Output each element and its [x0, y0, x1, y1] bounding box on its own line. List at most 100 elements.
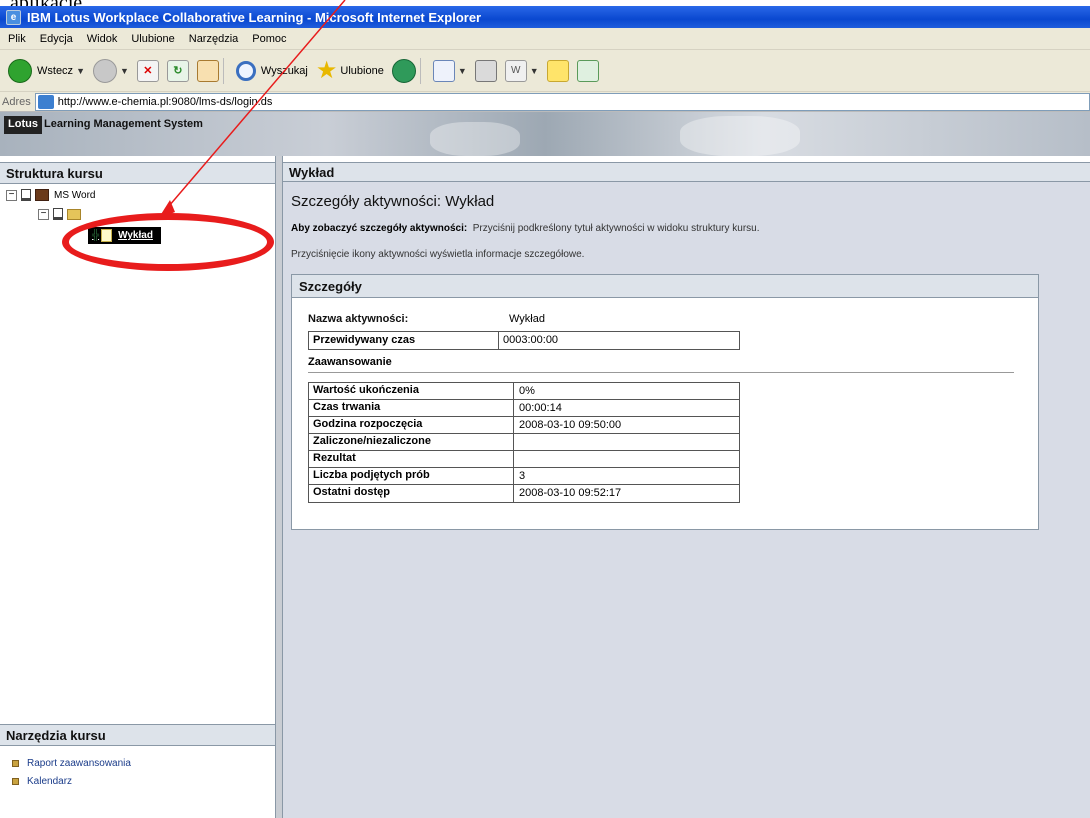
- structure-heading: Struktura kursu: [0, 162, 275, 184]
- hint-text: Przyciśnij podkreślony tytuł aktywności …: [472, 223, 760, 234]
- chevron-down-icon[interactable]: ▼: [458, 66, 467, 76]
- note-button[interactable]: [546, 59, 569, 82]
- search-icon: [235, 60, 256, 81]
- window-titlebar: e IBM Lotus Workplace Collaborative Lear…: [0, 6, 1090, 28]
- stop-button[interactable]: ✕: [136, 59, 159, 82]
- banner-decoration: [430, 122, 520, 156]
- row-value: 2008-03-10 09:50:00: [519, 419, 622, 431]
- menu-tools[interactable]: Narzędzia: [189, 33, 239, 45]
- home-button[interactable]: [196, 59, 219, 82]
- chevron-down-icon[interactable]: ▼: [120, 66, 129, 76]
- mail-icon: [432, 59, 455, 82]
- tool-item-progress-report[interactable]: Raport zaawansowania: [12, 754, 131, 772]
- search-button[interactable]: Wyszukaj: [235, 60, 308, 81]
- annotation-circle: [62, 213, 274, 271]
- chevron-down-icon[interactable]: ▼: [530, 66, 539, 76]
- edit-button[interactable]: W ▼: [504, 59, 539, 82]
- forward-button[interactable]: ▼: [92, 58, 129, 83]
- menu-edit[interactable]: Edycja: [40, 33, 73, 45]
- table-row: Liczba podjętych prób 3: [309, 468, 739, 485]
- bullet-icon: [12, 759, 19, 767]
- table-row: Wartość ukończenia 0%: [309, 383, 739, 400]
- word-icon: W: [504, 59, 527, 82]
- mail-button[interactable]: ▼: [432, 59, 467, 82]
- collapse-icon[interactable]: −: [6, 189, 17, 201]
- tools-heading: Narzędzia kursu: [0, 724, 275, 746]
- progress-heading: Zaawansowanie: [308, 356, 392, 368]
- hint-bold: Aby zobaczyć szczegóły aktywności:: [291, 223, 468, 234]
- back-button[interactable]: Wstecz ▼: [8, 58, 85, 83]
- tool-item-calendar[interactable]: Kalendarz: [12, 772, 131, 790]
- expected-time-value: 0003:00:00: [503, 334, 559, 346]
- main-panel: Wykład Szczegóły aktywności: Wykład Aby …: [283, 162, 1090, 818]
- bullet-icon: [12, 777, 19, 785]
- node-icon: [53, 208, 63, 220]
- activity-name-label: Nazwa aktywności:: [308, 313, 409, 325]
- app-title: Learning Management System: [44, 118, 203, 130]
- history-icon: [391, 58, 416, 83]
- toolbar-separator: [419, 57, 421, 84]
- address-input[interactable]: http://www.e-chemia.pl:9080/lms-ds/login…: [34, 92, 1090, 111]
- tree-node-module[interactable]: −: [38, 208, 86, 220]
- row-value: [514, 451, 739, 467]
- back-label: Wstecz: [37, 64, 74, 77]
- search-label: Wyszukaj: [260, 64, 308, 77]
- favorites-button[interactable]: ★ Ulubione: [316, 56, 384, 85]
- activity-name-value: Wykład: [509, 313, 545, 325]
- messenger-button[interactable]: [576, 59, 599, 82]
- app-banner: Lotus Learning Management System: [0, 112, 1090, 156]
- tool-label[interactable]: Raport zaawansowania: [27, 758, 131, 769]
- tool-label[interactable]: Kalendarz: [27, 776, 72, 787]
- menu-favorites[interactable]: Ulubione: [131, 33, 174, 45]
- tree-node-course[interactable]: − MS Word: [6, 189, 96, 201]
- progress-table: Wartość ukończenia 0% Czas trwania 00:00:1…: [308, 382, 740, 503]
- star-icon: ★: [315, 57, 338, 84]
- home-icon: [196, 59, 219, 82]
- refresh-button[interactable]: ↻: [166, 59, 189, 82]
- row-value: 3: [519, 470, 526, 482]
- row-label: Zaliczone/niezaliczone: [309, 434, 514, 450]
- book-icon: [35, 189, 49, 201]
- hint-line: Aby zobaczyć szczegóły aktywności: Przyc…: [291, 223, 760, 234]
- toolbar-separator: [222, 57, 224, 84]
- note-icon: [546, 59, 569, 82]
- row-value: 2008-03-10 09:52:17: [519, 487, 622, 499]
- chevron-down-icon[interactable]: ▼: [76, 66, 85, 76]
- row-label: Liczba podjętych prób: [309, 468, 514, 484]
- print-button[interactable]: [474, 59, 497, 82]
- row-label: Wartość ukończenia: [309, 383, 514, 399]
- row-value: 00:00:14: [519, 402, 562, 414]
- hint-line-2: Przyciśnięcie ikony aktywności wyświetla…: [291, 249, 585, 260]
- expected-time-row: Przewidywany czas 0003:00:00: [308, 331, 740, 350]
- address-label: Adres: [2, 95, 31, 108]
- folder-icon: [67, 208, 81, 220]
- row-value: 0%: [519, 385, 535, 397]
- table-row: Godzina rozpoczęcia 2008-03-10 09:50:00: [309, 417, 739, 434]
- expected-time-label: Przewidywany czas: [309, 332, 499, 349]
- panel-divider[interactable]: [275, 156, 283, 818]
- refresh-icon: ↻: [166, 59, 189, 82]
- toolbar: Wstecz ▼ ▼ ✕ ↻ Wyszukaj ★ Ulubione ▼ W ▼: [0, 50, 1090, 92]
- course-tools: Raport zaawansowania Kalendarz: [12, 754, 131, 790]
- ie-icon: e: [6, 9, 21, 25]
- collapse-icon[interactable]: −: [38, 208, 49, 220]
- banner-decoration: [680, 116, 800, 156]
- favorites-label: Ulubione: [340, 64, 384, 77]
- row-label: Ostatni dostęp: [309, 485, 514, 502]
- menu-help[interactable]: Pomoc: [252, 33, 286, 45]
- table-row: Rezultat: [309, 451, 739, 468]
- table-row: Ostatni dostęp 2008-03-10 09:52:17: [309, 485, 739, 502]
- course-label[interactable]: MS Word: [54, 190, 96, 201]
- row-value: [514, 434, 739, 450]
- menu-view[interactable]: Widok: [87, 33, 118, 45]
- table-row: Czas trwania 00:00:14: [309, 400, 739, 417]
- table-row: Zaliczone/niezaliczone: [309, 434, 739, 451]
- messenger-icon: [576, 59, 599, 82]
- history-button[interactable]: [391, 58, 416, 83]
- address-bar: Adres http://www.e-chemia.pl:9080/lms-ds…: [0, 92, 1090, 112]
- window-title: IBM Lotus Workplace Collaborative Learni…: [27, 9, 482, 25]
- main-heading: Wykład: [283, 162, 1090, 182]
- forward-arrow-icon: [92, 58, 117, 83]
- menu-file[interactable]: Plik: [8, 33, 26, 45]
- print-icon: [474, 59, 497, 82]
